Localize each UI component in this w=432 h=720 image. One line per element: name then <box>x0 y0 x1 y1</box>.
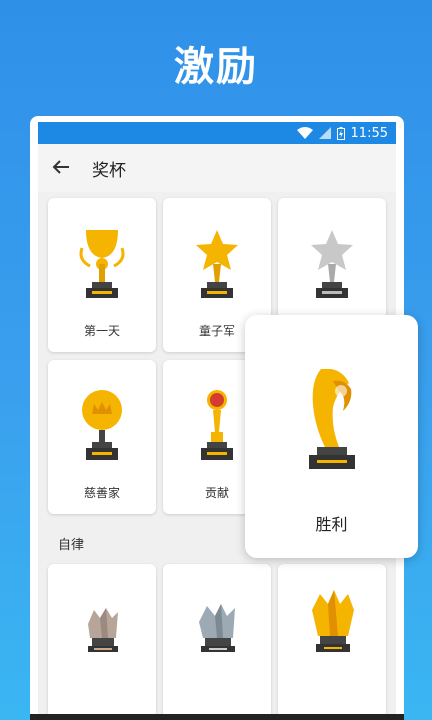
status-time: 11:55 <box>350 125 388 141</box>
page-title: 奖杯 <box>92 160 126 181</box>
trophy-label: 慈善家 <box>83 486 120 500</box>
app-bar: 奖杯 <box>38 144 396 192</box>
back-button[interactable] <box>38 144 84 192</box>
battery-icon <box>336 126 345 140</box>
section-title-self-discipline: 自律 <box>58 538 85 553</box>
popup-trophy-label: 胜利 <box>315 515 348 534</box>
trophy-card-bronze-crystal[interactable] <box>48 564 156 718</box>
arrow-left-icon <box>52 156 70 180</box>
gold-cup-trophy-icon <box>79 230 125 298</box>
gold-crown-medal-icon <box>82 390 122 460</box>
status-bar: 11:55 <box>38 122 396 144</box>
trophy-card-first-day[interactable]: 第一天 <box>48 198 156 352</box>
page-headline: 激励 <box>174 44 258 90</box>
red-ball-trophy-icon <box>201 390 233 460</box>
trophy-label: 第一天 <box>83 324 120 338</box>
bottom-edge <box>30 714 404 720</box>
trophy-card-gold-crystal[interactable] <box>278 564 386 718</box>
gold-crystal-trophy-icon <box>312 590 354 652</box>
gold-victory-trophy-icon <box>309 369 355 469</box>
silver-crystal-trophy-icon <box>199 604 235 652</box>
trophy-detail-popup[interactable]: 胜利 <box>245 315 418 558</box>
wifi-icon <box>296 127 313 139</box>
signal-icon <box>318 127 331 139</box>
trophy-card-silver-crystal[interactable] <box>163 564 271 718</box>
gold-star-trophy-icon <box>196 230 238 298</box>
bronze-crystal-trophy-icon <box>88 608 118 652</box>
trophy-card-philanthropist[interactable]: 慈善家 <box>48 360 156 514</box>
silver-star-trophy-icon <box>311 230 353 298</box>
